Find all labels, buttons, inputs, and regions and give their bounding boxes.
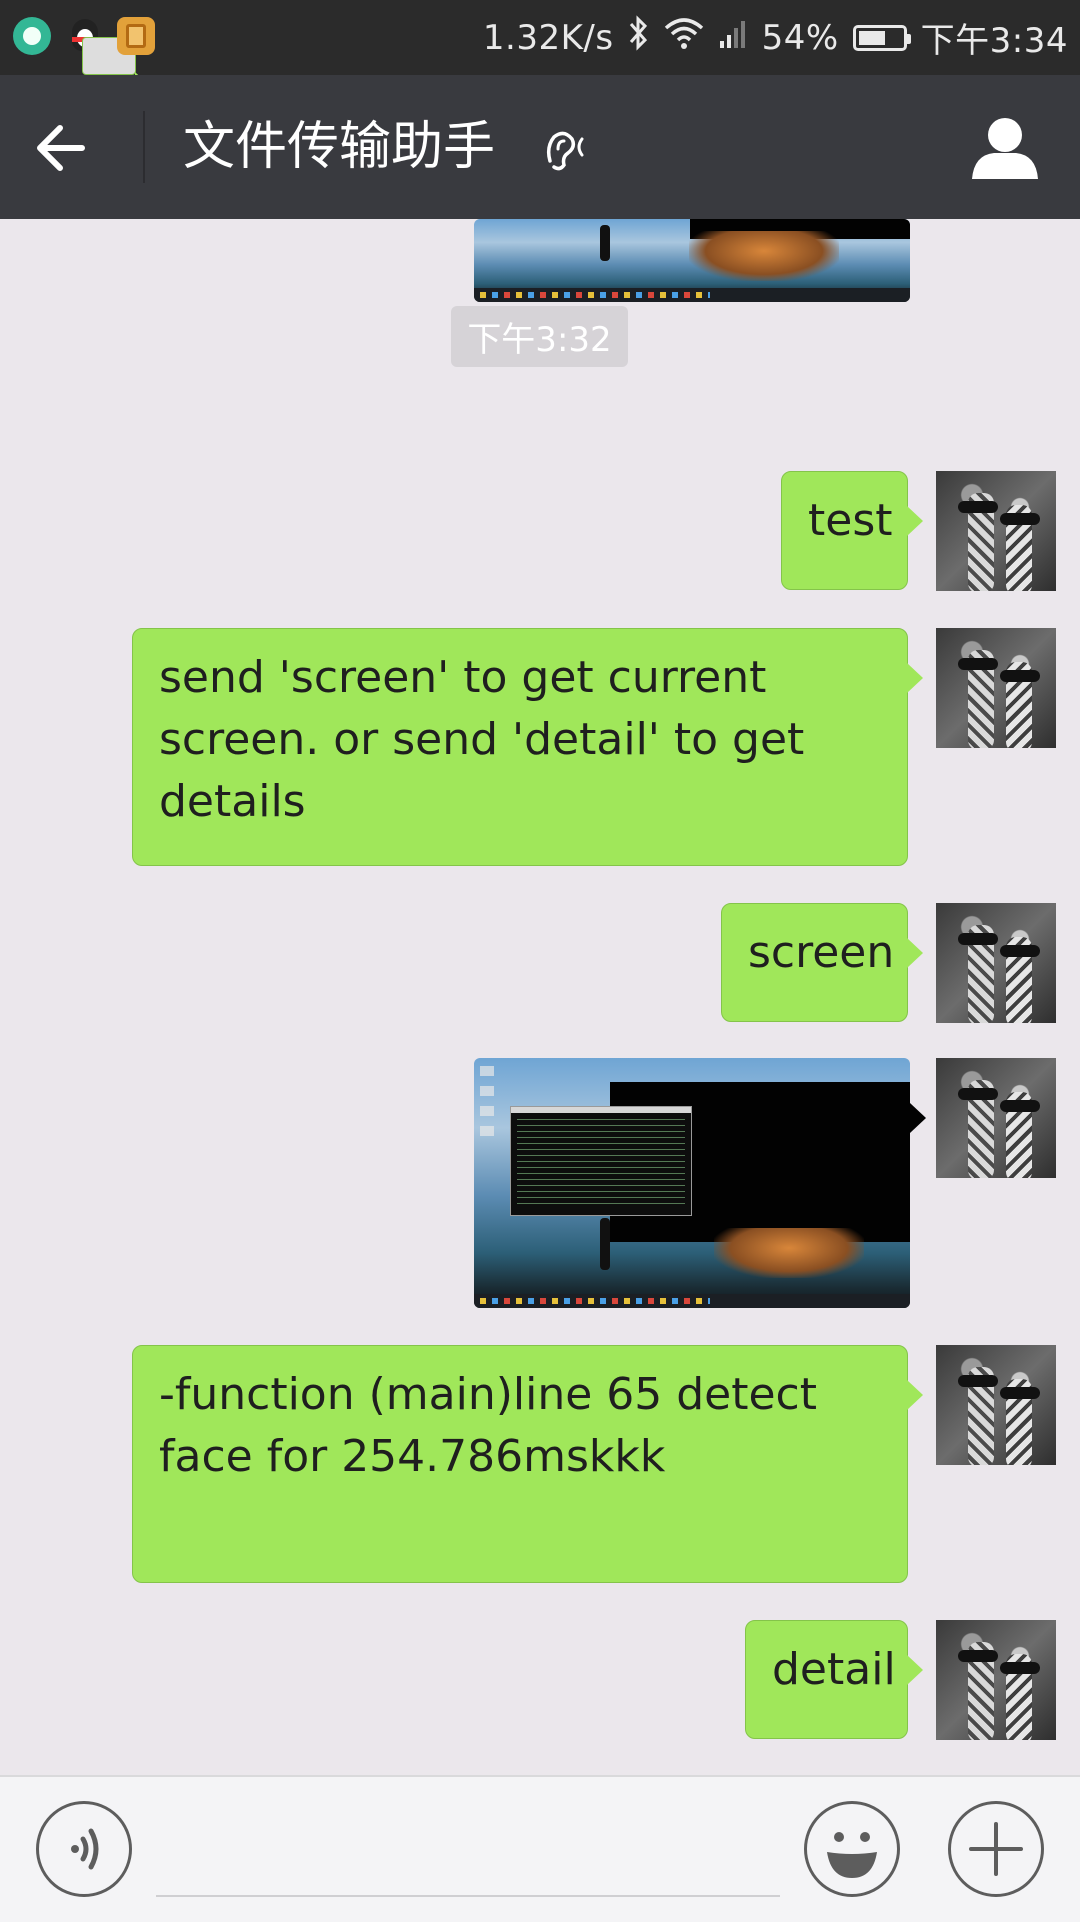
message-bubble[interactable]: screen: [721, 903, 923, 1022]
wifi-icon: [664, 16, 704, 59]
battery-percent: 54%: [761, 17, 839, 58]
cell-signal-icon: [718, 18, 748, 58]
chat-info-button[interactable]: [968, 113, 1042, 183]
plus-icon: [969, 1822, 1023, 1876]
message-text: -function (main)line 65 detect face for …: [159, 1369, 818, 1482]
bluetooth-icon: [628, 14, 650, 61]
status-bar: 1.32K/s 54% 下午3:34: [0, 0, 1080, 102]
image-bubble-tail: [910, 1103, 926, 1133]
message-bubble[interactable]: -function (main)line 65 detect face for …: [132, 1345, 923, 1583]
message-list[interactable]: 下午3:32 test send 'screen' to get current…: [0, 219, 1080, 1775]
avatar[interactable]: [936, 471, 1056, 591]
message-bubble[interactable]: detail: [745, 1620, 923, 1739]
message-text: detail: [772, 1644, 896, 1695]
message-text: screen: [748, 927, 895, 978]
image-message[interactable]: [474, 1058, 910, 1308]
emoji-icon: [827, 1832, 877, 1878]
more-button[interactable]: [948, 1801, 1044, 1897]
image-message[interactable]: [474, 219, 910, 302]
voice-button[interactable]: [36, 1801, 132, 1897]
title-divider: [143, 111, 145, 183]
message-input[interactable]: [156, 1895, 780, 1897]
arrow-left-icon: [37, 125, 85, 171]
title-bar: 文件传输助手: [0, 75, 1080, 219]
clock: 下午3:34: [920, 21, 1068, 61]
avatar[interactable]: [936, 1058, 1056, 1178]
voice-icon: [71, 1828, 99, 1870]
avatar[interactable]: [936, 1345, 1056, 1465]
avatar[interactable]: [936, 628, 1056, 748]
ear-icon: [542, 127, 592, 171]
emoji-button[interactable]: [804, 1801, 900, 1897]
input-bar: [0, 1775, 1080, 1922]
message-text: send 'screen' to get current screen. or …: [159, 652, 805, 827]
person-icon: [972, 118, 1038, 179]
back-button[interactable]: [32, 113, 112, 183]
battery-icon: [852, 24, 911, 51]
network-speed: 1.32K/s: [482, 17, 614, 58]
avatar[interactable]: [936, 903, 1056, 1023]
message-bubble[interactable]: send 'screen' to get current screen. or …: [132, 628, 923, 866]
avatar[interactable]: [936, 1620, 1056, 1740]
timestamp: 下午3:32: [451, 306, 628, 367]
message-text: test: [808, 495, 893, 546]
document-app-icon: [117, 17, 155, 55]
message-bubble[interactable]: test: [781, 471, 923, 590]
app-icon: [13, 17, 51, 55]
chat-title: 文件传输助手: [183, 117, 496, 177]
qq-icon: [66, 17, 151, 102]
